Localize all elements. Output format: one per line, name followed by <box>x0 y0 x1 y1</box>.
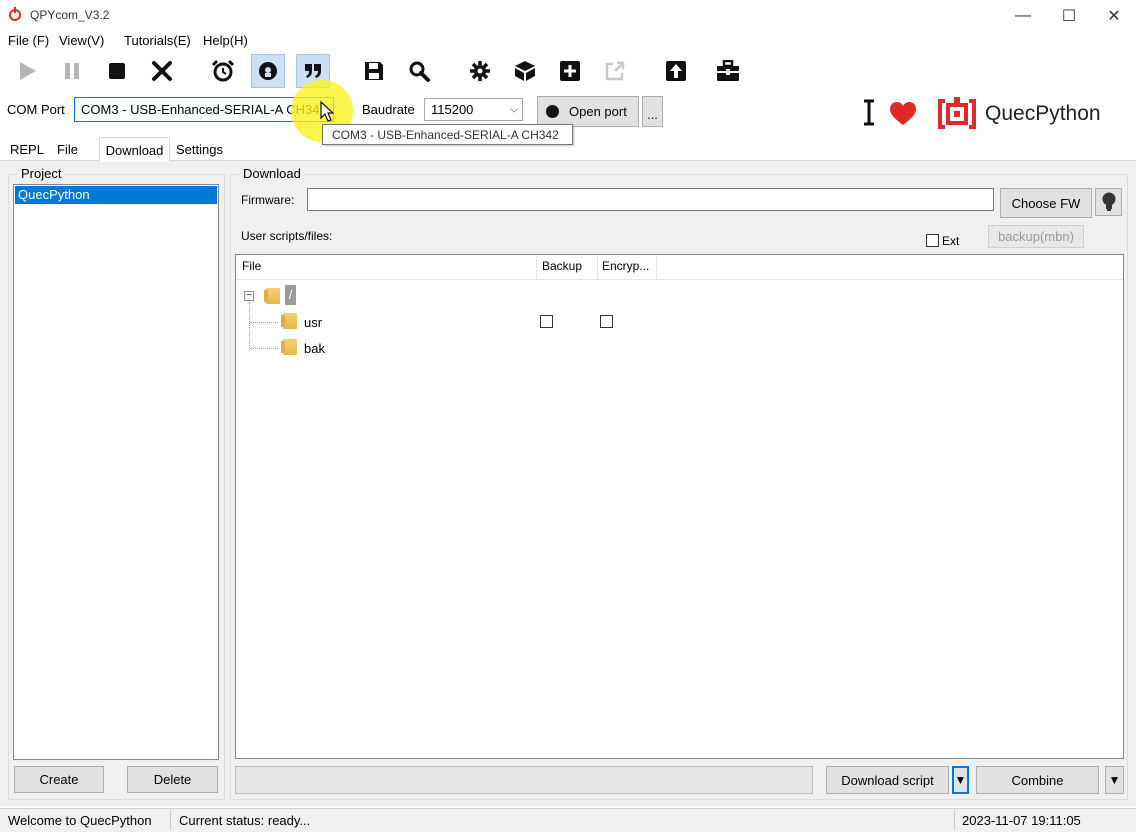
tree-connector <box>250 348 278 349</box>
tree-connector <box>249 302 250 348</box>
folder-icon <box>281 339 297 355</box>
more-options-button[interactable]: ... <box>642 96 663 127</box>
ext-label: Ext <box>942 234 960 248</box>
toolbox-icon[interactable] <box>711 54 745 88</box>
usr-encrypt-checkbox[interactable] <box>600 315 613 328</box>
create-project-button[interactable]: Create <box>14 766 104 793</box>
table-header <box>236 255 1123 280</box>
tab-settings[interactable]: Settings <box>172 139 227 160</box>
play-icon[interactable] <box>10 54 44 88</box>
backup-mbn-button[interactable]: backup(mbn) <box>988 225 1084 248</box>
tree-item-usr[interactable]: usr <box>304 315 322 330</box>
project-list[interactable]: QuecPython <box>13 184 219 760</box>
quecpython-logo-icon <box>937 95 977 133</box>
tab-repl[interactable]: REPL <box>6 139 48 160</box>
menu-tutorials[interactable]: Tutorials(E) <box>124 33 191 48</box>
title-bar <box>0 0 1136 31</box>
ext-checkbox[interactable] <box>926 234 939 247</box>
tab-file[interactable]: File <box>53 139 82 160</box>
app-logo-icon <box>9 7 21 21</box>
column-divider <box>597 256 598 279</box>
port-status-dot-icon <box>546 105 559 118</box>
maximize-button[interactable]: ☐ <box>1046 0 1092 31</box>
baudrate-label: Baudrate <box>362 102 415 117</box>
status-current: Current status: ready... <box>179 813 311 828</box>
mouse-pointer-icon <box>320 100 335 126</box>
search-icon[interactable] <box>402 54 436 88</box>
com-port-tooltip: COM3 - USB-Enhanced-SERIAL-A CH342 <box>322 124 573 145</box>
heart-icon[interactable] <box>889 101 917 127</box>
gear-icon[interactable] <box>463 54 497 88</box>
tab-download[interactable]: Download <box>99 137 170 162</box>
status-welcome: Welcome to QuecPython <box>8 813 152 828</box>
alarm-clock-icon[interactable] <box>206 54 240 88</box>
close-x-icon[interactable] <box>145 54 179 88</box>
menu-view[interactable]: View(V) <box>59 33 104 48</box>
tree-connector <box>250 322 278 323</box>
status-timestamp: 2023-11-07 19:11:05 <box>962 813 1081 828</box>
external-link-icon[interactable] <box>598 54 632 88</box>
column-header-file[interactable]: File <box>242 259 261 273</box>
download-group-title: Download <box>240 166 304 181</box>
firmware-label: Firmware: <box>241 193 295 207</box>
brand-name: QuecPython <box>985 102 1101 125</box>
choose-fw-button[interactable]: Choose FW <box>1000 188 1092 218</box>
tree-item-bak[interactable]: bak <box>304 341 325 356</box>
column-header-encrypt[interactable]: Encryp... <box>602 259 649 273</box>
open-port-button[interactable]: Open port <box>537 96 639 127</box>
combine-button[interactable]: Combine <box>976 766 1099 794</box>
list-item[interactable]: QuecPython <box>15 186 217 204</box>
scripts-tree-table[interactable] <box>235 254 1124 759</box>
tree-item-root[interactable]: / <box>285 285 296 305</box>
folder-icon <box>281 313 297 329</box>
pause-icon[interactable] <box>55 54 89 88</box>
chevron-down-icon: ⌵ <box>510 104 518 115</box>
column-divider <box>536 256 537 279</box>
download-progress-bar <box>235 766 813 794</box>
collapse-icon[interactable]: − <box>244 291 254 301</box>
status-divider <box>954 810 955 830</box>
lightbulb-icon[interactable] <box>1095 188 1122 216</box>
baudrate-select[interactable]: 115200 ⌵ <box>424 98 523 121</box>
column-header-backup[interactable]: Backup <box>542 259 582 273</box>
baudrate-value: 115200 <box>431 102 474 117</box>
project-group-title: Project <box>18 166 65 181</box>
user-scripts-label: User scripts/files: <box>241 229 333 243</box>
replay-icon[interactable] <box>251 54 285 88</box>
column-divider <box>656 256 657 279</box>
status-divider <box>170 810 171 830</box>
window-title: QPYcom_V3.2 <box>30 8 110 22</box>
text-cursor-icon <box>862 99 876 126</box>
download-script-dropdown[interactable]: ▼ <box>952 766 969 794</box>
add-icon[interactable] <box>553 54 587 88</box>
close-window-button[interactable]: ✕ <box>1091 0 1136 31</box>
minimize-button[interactable]: — <box>1000 0 1046 31</box>
save-icon[interactable] <box>357 54 391 88</box>
open-port-label: Open port <box>569 104 627 119</box>
menu-file[interactable]: File (F) <box>8 33 49 48</box>
download-script-button[interactable]: Download script <box>826 766 949 794</box>
stop-icon[interactable] <box>100 54 134 88</box>
firmware-path-input[interactable] <box>307 188 994 211</box>
cube-icon[interactable] <box>508 54 542 88</box>
delete-project-button[interactable]: Delete <box>127 766 218 793</box>
usr-backup-checkbox[interactable] <box>540 315 553 328</box>
com-port-value: COM3 - USB-Enhanced-SERIAL-A CH342 <box>81 102 319 117</box>
folder-icon <box>264 288 280 304</box>
combine-dropdown[interactable]: ▼ <box>1105 766 1124 794</box>
upload-icon[interactable] <box>659 54 693 88</box>
menu-help[interactable]: Help(H) <box>203 33 248 48</box>
com-port-label: COM Port <box>7 102 65 117</box>
